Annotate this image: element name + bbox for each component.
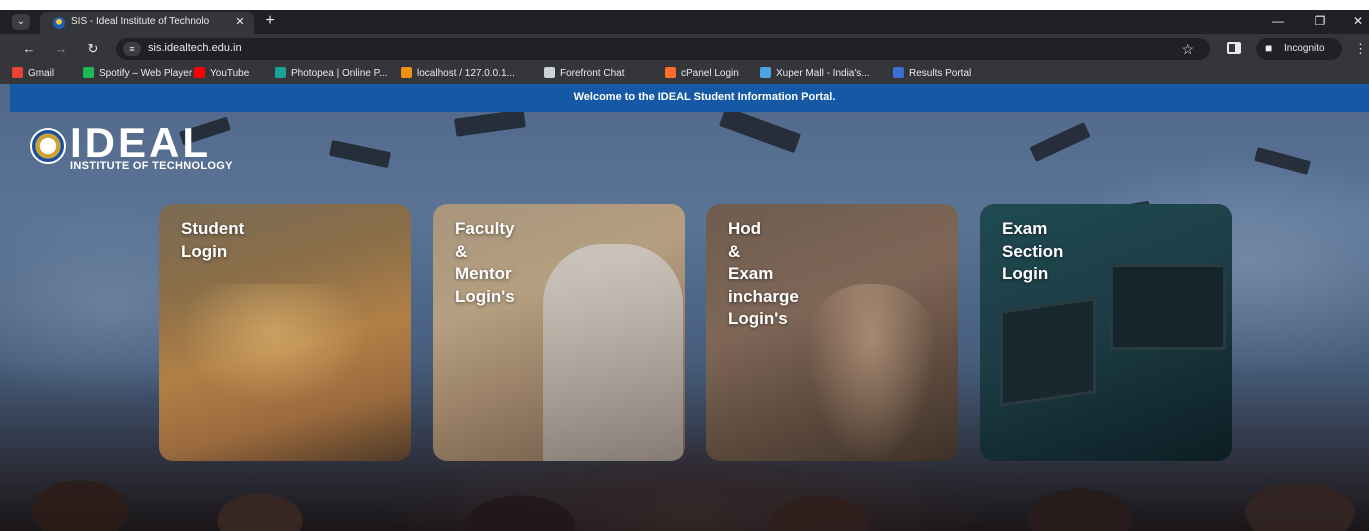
tab-close-icon[interactable]: ✕ — [233, 15, 247, 29]
xuper-icon — [760, 67, 771, 78]
card-label: Hod & Exam incharge Login's — [728, 219, 799, 328]
logo-subtitle: INSTITUTE OF TECHNOLOGY — [70, 160, 233, 172]
card-label: Exam Section Login — [1002, 219, 1064, 283]
graduation-cap-decor — [454, 109, 526, 137]
tab-title: SIS - Ideal Institute of Technolo — [71, 16, 210, 27]
institute-logo[interactable]: IDEAL INSTITUTE OF TECHNOLOGY — [30, 121, 320, 174]
phpmyadmin-icon — [401, 67, 412, 78]
graduation-cap-decor — [718, 106, 802, 154]
close-window-button[interactable]: ✕ — [1348, 12, 1368, 30]
hod-exam-incharge-login-card[interactable]: Hod & Exam incharge Login's — [706, 204, 958, 461]
bookmark-item[interactable]: YouTube — [194, 67, 249, 81]
youtube-icon — [194, 67, 205, 78]
back-button[interactable]: ← — [20, 40, 38, 58]
restore-button[interactable]: ❐ — [1310, 12, 1330, 30]
address-bar[interactable]: ≡ sis.idealtech.edu.in ☆ — [116, 38, 1210, 60]
side-panel-icon[interactable] — [1227, 42, 1241, 54]
card-label: Faculty & Mentor Login's — [455, 219, 515, 306]
tab-strip: ⌄ SIS - Ideal Institute of Technolo ✕ + … — [0, 10, 1369, 34]
gmail-icon — [12, 67, 23, 78]
incognito-icon: ■ — [1265, 41, 1273, 55]
bookmark-label: YouTube — [210, 68, 250, 79]
bookmark-label: localhost / 127.0.0.1... — [417, 68, 515, 79]
welcome-banner: Welcome to the IDEAL Student Information… — [10, 84, 1369, 112]
browser-menu-icon[interactable]: ⋮ — [1354, 40, 1367, 58]
bookmark-item[interactable]: Photopea | Online P... — [275, 67, 387, 81]
url-text: sis.idealtech.edu.in — [148, 42, 242, 54]
bookmark-label: cPanel Login — [681, 68, 739, 79]
bookmark-item[interactable]: Xuper Mall - India's... — [760, 67, 870, 81]
reload-button[interactable]: ↻ — [84, 40, 102, 58]
welcome-text: Welcome to the IDEAL Student Information… — [573, 91, 836, 103]
exam-section-login-card[interactable]: Exam Section Login — [980, 204, 1232, 461]
graduation-cap-decor — [1254, 147, 1311, 175]
browser-chrome: ⌄ SIS - Ideal Institute of Technolo ✕ + … — [0, 10, 1369, 84]
graduation-cap-decor — [1029, 122, 1091, 162]
browser-tab[interactable]: SIS - Ideal Institute of Technolo ✕ — [40, 12, 254, 34]
student-login-card[interactable]: Student Login — [159, 204, 411, 461]
card-label: Student Login — [181, 219, 245, 261]
portal-page: Welcome to the IDEAL Student Information… — [0, 84, 1369, 531]
forward-button[interactable]: → — [52, 40, 70, 58]
bookmark-item[interactable]: cPanel Login — [665, 67, 739, 81]
site-info-icon[interactable]: ≡ — [123, 42, 141, 56]
bookmark-label: Forefront Chat — [560, 68, 625, 79]
bookmark-item[interactable]: Gmail — [12, 67, 54, 81]
bookmark-label: Spotify – Web Player — [99, 68, 193, 79]
navigation-toolbar: ← → ↻ ≡ sis.idealtech.edu.in ☆ ■ Incogni… — [0, 34, 1369, 64]
clipped-caption-strip — [0, 0, 1369, 10]
bookmark-item[interactable]: localhost / 127.0.0.1... — [401, 67, 515, 81]
incognito-badge[interactable]: ■ Incognito — [1256, 38, 1342, 60]
spotify-icon — [83, 67, 94, 78]
faculty-mentor-login-card[interactable]: Faculty & Mentor Login's — [433, 204, 685, 461]
minimize-button[interactable]: — — [1268, 12, 1288, 30]
cpanel-icon — [665, 67, 676, 78]
bookmarks-bar: Gmail Spotify – Web Player YouTube Photopea… — [0, 64, 1369, 84]
bookmark-item[interactable]: Results Portal — [893, 67, 971, 81]
results-portal-icon — [893, 67, 904, 78]
photopea-icon — [275, 67, 286, 78]
graduation-cap-decor — [328, 139, 392, 169]
tab-search-button[interactable]: ⌄ — [12, 14, 30, 30]
bookmark-item[interactable]: Spotify – Web Player — [83, 67, 192, 81]
new-tab-button[interactable]: + — [262, 12, 278, 30]
logo-word: IDEAL — [70, 119, 211, 166]
institute-emblem-icon — [30, 128, 66, 164]
bookmark-label: Gmail — [28, 68, 55, 79]
site-favicon-icon — [53, 17, 65, 29]
bookmark-item[interactable]: Forefront Chat — [544, 67, 624, 81]
bookmark-label: Photopea | Online P... — [291, 68, 388, 79]
forefront-icon — [544, 67, 555, 78]
bookmark-label: Xuper Mall - India's... — [776, 68, 870, 79]
bookmark-label: Results Portal — [909, 68, 972, 79]
bookmark-star-icon[interactable]: ☆ — [1181, 40, 1194, 58]
incognito-label: Incognito — [1284, 43, 1325, 54]
